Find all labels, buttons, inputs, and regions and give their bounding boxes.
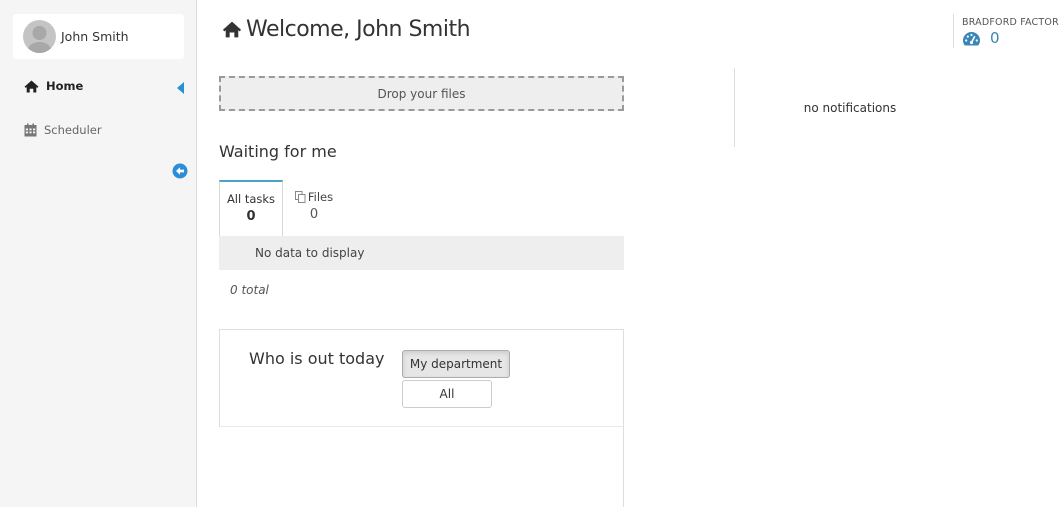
panel-border bbox=[623, 427, 624, 507]
copy-icon bbox=[294, 191, 306, 203]
page-title: Welcome, John Smith bbox=[222, 17, 471, 42]
active-caret-icon bbox=[177, 82, 184, 94]
page-title-text: Welcome, John Smith bbox=[246, 17, 471, 42]
tab-label: All tasks bbox=[226, 192, 276, 206]
sidebar-item-label: Scheduler bbox=[44, 123, 102, 137]
bradford-factor[interactable]: BRADFORD FACTOR 0 bbox=[953, 14, 1062, 48]
bradford-label: BRADFORD FACTOR bbox=[962, 17, 1059, 28]
bradford-row: 0 bbox=[962, 29, 1062, 47]
out-today-title: Who is out today bbox=[249, 349, 385, 368]
notifications-empty: no notifications bbox=[803, 101, 897, 115]
bradford-value: 0 bbox=[990, 29, 1000, 47]
app: John Smith Home Scheduler Welcome, John … bbox=[0, 0, 1062, 507]
avatar bbox=[23, 20, 56, 53]
collapse-sidebar-icon[interactable] bbox=[172, 163, 188, 179]
user-silhouette-icon bbox=[27, 26, 52, 53]
home-icon bbox=[222, 21, 242, 38]
calendar-icon bbox=[24, 123, 37, 137]
out-today-panel bbox=[219, 329, 624, 427]
tab-all-tasks[interactable]: All tasks 0 bbox=[219, 180, 283, 236]
user-card[interactable]: John Smith bbox=[13, 14, 184, 59]
my-department-button[interactable]: My department bbox=[402, 350, 510, 378]
empty-state: No data to display bbox=[219, 236, 624, 270]
tab-files[interactable]: Files 0 bbox=[284, 180, 344, 236]
all-button[interactable]: All bbox=[402, 380, 492, 408]
sidebar-item-label: Home bbox=[46, 79, 84, 93]
user-name: John Smith bbox=[61, 29, 129, 44]
waiting-section-title: Waiting for me bbox=[219, 142, 337, 161]
tab-label-row: Files bbox=[284, 190, 344, 204]
sidebar-item-scheduler[interactable]: Scheduler bbox=[24, 123, 102, 137]
home-icon bbox=[24, 80, 39, 92]
sidebar: John Smith Home Scheduler bbox=[0, 0, 197, 507]
tab-count: 0 bbox=[309, 207, 319, 222]
tab-label: Files bbox=[307, 190, 334, 204]
dropzone-label: Drop your files bbox=[377, 86, 466, 101]
file-dropzone[interactable]: Drop your files bbox=[219, 76, 624, 111]
total-count: 0 total bbox=[230, 283, 269, 297]
sidebar-item-home[interactable]: Home bbox=[24, 79, 83, 93]
dashboard-icon bbox=[963, 31, 980, 45]
tab-count: 0 bbox=[246, 209, 256, 224]
